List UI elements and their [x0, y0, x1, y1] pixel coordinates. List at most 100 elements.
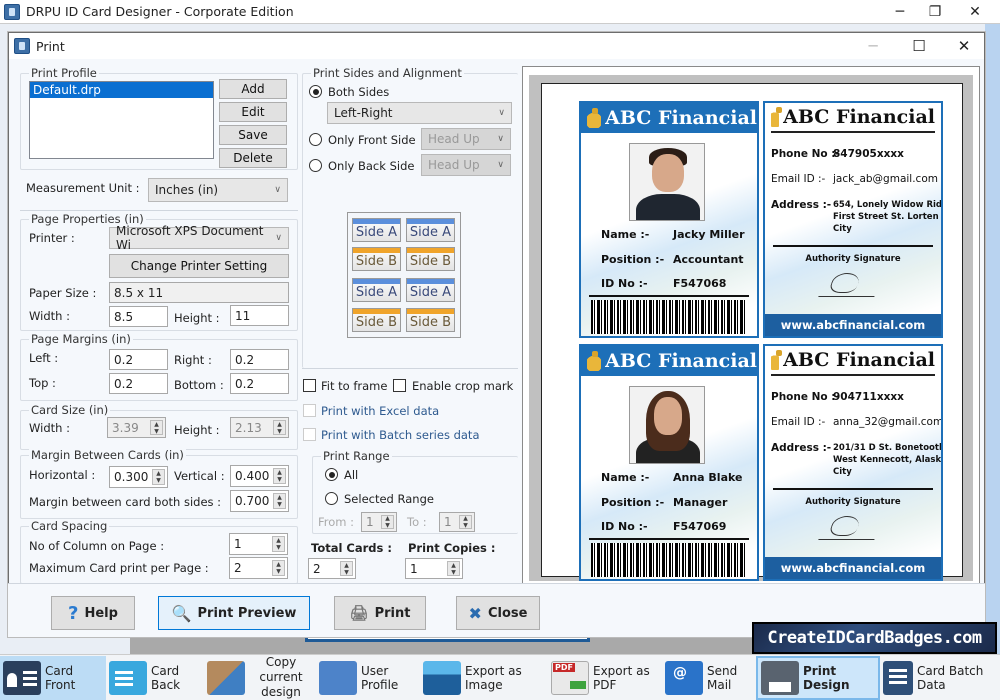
range-all-radio[interactable]: [325, 468, 338, 481]
card-header: ABC Financial: [581, 103, 757, 133]
vertical-margin-spinner[interactable]: 0.400 ▲ ▼: [230, 465, 289, 487]
phone-value: 904711xxxx: [833, 391, 904, 403]
crop-mark-label: Enable crop mark: [412, 379, 514, 393]
authority-signature-label: Authority Signature: [805, 497, 901, 507]
printer-select[interactable]: Microsoft XPS Document Wi ∨: [109, 224, 289, 252]
card-header: ABC Financial: [771, 346, 935, 376]
columns-spinner[interactable]: 1 ▲ ▼: [229, 533, 288, 555]
side-layout-diagram: Side A Side A Side B Side B Side A Side …: [347, 212, 461, 338]
card-height-value: 2.13: [235, 420, 262, 435]
excel-data-checkbox[interactable]: [303, 404, 316, 417]
crop-mark-checkbox[interactable]: [393, 379, 406, 392]
toolbar-copy-design[interactable]: Copy current design: [204, 655, 316, 700]
both-sides-radio[interactable]: [309, 85, 322, 98]
left-margin-label: Left :: [29, 351, 59, 365]
total-cards-spinner[interactable]: 2 ▲ ▼: [308, 558, 356, 579]
measurement-unit-select[interactable]: Inches (in) ∨: [148, 178, 288, 202]
background-canvas-strip: [130, 634, 755, 654]
left-margin-input[interactable]: 0.2: [109, 349, 168, 370]
print-preview-button[interactable]: 🔍 Print Preview: [158, 596, 310, 630]
horizontal-margin-spinner[interactable]: 0.300 ▲ ▼: [109, 466, 168, 488]
side-b-box: Side B: [406, 308, 455, 332]
page-width-input[interactable]: 8.5: [109, 306, 168, 327]
range-to-label: To :: [407, 515, 427, 529]
printer-value: Microsoft XPS Document Wi: [116, 224, 264, 252]
page-height-input[interactable]: 11: [230, 305, 289, 326]
excel-data-label: Print with Excel data: [321, 404, 440, 418]
delete-profile-button[interactable]: Delete: [219, 148, 287, 168]
total-cards-label: Total Cards :: [311, 541, 392, 555]
print-button[interactable]: 🖨 Print: [334, 596, 426, 630]
both-sides-label: Both Sides: [328, 85, 390, 99]
front-only-radio[interactable]: [309, 133, 322, 146]
toolbar-user-profile[interactable]: User Profile: [316, 656, 420, 700]
toolbar-card-back[interactable]: Card Back: [106, 656, 204, 700]
horizontal-margin-value: 0.300: [114, 470, 149, 484]
both-sides-alignment-select[interactable]: Left-Right ∨: [327, 102, 512, 124]
back-only-radio[interactable]: [309, 159, 322, 172]
right-margin-input[interactable]: 0.2: [230, 349, 289, 370]
range-selected-label: Selected Range: [344, 492, 434, 506]
side-a-box: Side A: [406, 278, 455, 302]
name-row: Name :- Anna Blake: [601, 471, 743, 484]
spinner-arrows-icon[interactable]: ▲ ▼: [447, 561, 460, 576]
change-printer-setting-button[interactable]: Change Printer Setting: [109, 254, 289, 278]
back-only-alignment-value: Head Up: [428, 158, 480, 172]
company-name: ABC Financial: [605, 350, 757, 372]
batch-data-checkbox[interactable]: [303, 428, 316, 441]
employee-photo: [629, 143, 705, 221]
signature-image: [818, 271, 884, 297]
close-button[interactable]: ✖ Close: [456, 596, 540, 630]
back-only-alignment-select: Head Up ∨: [421, 154, 511, 176]
toolbar-card-front[interactable]: Card Front: [0, 655, 106, 700]
toolbar-export-image[interactable]: Export as Image: [420, 656, 548, 700]
toolbar-export-pdf[interactable]: Export as PDF: [548, 656, 662, 700]
bottom-margin-input[interactable]: 0.2: [230, 373, 289, 394]
authority-signature-label: Authority Signature: [805, 254, 901, 264]
spinner-arrows-icon[interactable]: ▲ ▼: [273, 493, 286, 509]
max-cards-spinner[interactable]: 2 ▲ ▼: [229, 557, 288, 579]
bottom-margin-label: Bottom :: [174, 378, 224, 392]
chevron-down-icon: ∨: [275, 233, 282, 243]
toolbar-send-mail[interactable]: Send Mail: [662, 656, 756, 700]
spinner-arrows-icon[interactable]: ▲ ▼: [273, 468, 286, 484]
vertical-margin-label: Vertical :: [174, 469, 225, 483]
columns-value: 1: [234, 537, 242, 551]
profile-item-default[interactable]: Default.drp: [30, 82, 213, 98]
both-sides-margin-spinner[interactable]: 0.700 ▲ ▼: [230, 490, 289, 512]
fit-to-frame-checkbox[interactable]: [303, 379, 316, 392]
minimize-button[interactable]: ─: [880, 0, 920, 24]
dialog-maximize-button[interactable]: ☐: [897, 33, 941, 59]
card-width-value: 3.39: [112, 420, 139, 435]
save-profile-button[interactable]: Save: [219, 125, 287, 145]
dialog-close-button[interactable]: ✕: [942, 33, 986, 59]
print-preview-pane: ABC Financial Name :- Jacky Miller Positi…: [522, 66, 980, 587]
add-profile-button[interactable]: Add: [219, 79, 287, 99]
spinner-arrows-icon: ▲ ▼: [273, 420, 286, 435]
spinner-arrows-icon[interactable]: ▲ ▼: [272, 536, 285, 552]
preview-page: ABC Financial Name :- Jacky Miller Positi…: [541, 83, 963, 581]
range-from-value: 1: [366, 515, 374, 529]
company-name: ABC Financial: [605, 107, 757, 129]
range-selected-radio[interactable]: [325, 492, 338, 505]
profile-listbox[interactable]: Default.drp: [29, 81, 214, 159]
dialog-minimize-button[interactable]: ─: [851, 33, 895, 59]
toolbar-card-batch-data[interactable]: Card Batch Data: [880, 656, 1000, 700]
edit-profile-button[interactable]: Edit: [219, 102, 287, 122]
restore-button[interactable]: ❐: [915, 0, 955, 24]
spinner-arrows-icon[interactable]: ▲ ▼: [152, 469, 165, 485]
toolbar-print-design[interactable]: Print Design: [756, 655, 880, 700]
id-card-front: ABC Financial Name :- Anna Blake Position…: [579, 344, 759, 581]
employee-position: Accountant: [673, 253, 744, 266]
print-copies-spinner[interactable]: 1 ▲ ▼: [405, 558, 463, 579]
address-value: 654, Lonely Widow Ridge First Street St. …: [833, 200, 943, 234]
top-margin-input[interactable]: 0.2: [109, 373, 168, 394]
spinner-arrows-icon[interactable]: ▲ ▼: [272, 560, 285, 576]
id-card-front: ABC Financial Name :- Jacky Miller Positi…: [579, 101, 759, 338]
help-button[interactable]: ? Help: [51, 596, 135, 630]
employee-position: Manager: [673, 496, 728, 509]
spinner-arrows-icon[interactable]: ▲ ▼: [340, 561, 353, 576]
email-value: anna_32@gmail.com: [833, 416, 943, 428]
phone-value: 847905xxxx: [833, 148, 904, 160]
app-close-button[interactable]: ✕: [955, 0, 995, 24]
